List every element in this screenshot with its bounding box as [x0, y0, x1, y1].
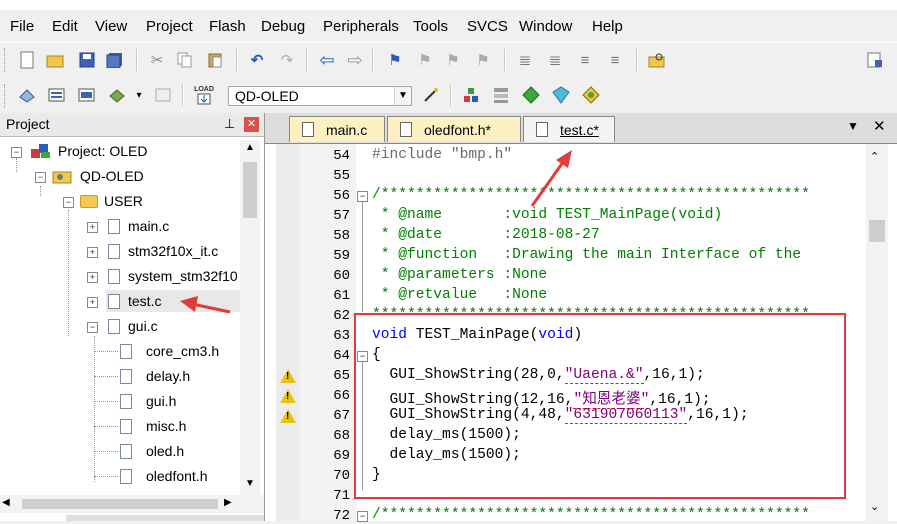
- arrow-to-test-tab: [530, 150, 572, 207]
- annotation-arrows: [180, 150, 572, 314]
- arrow-to-test-file: [180, 296, 231, 314]
